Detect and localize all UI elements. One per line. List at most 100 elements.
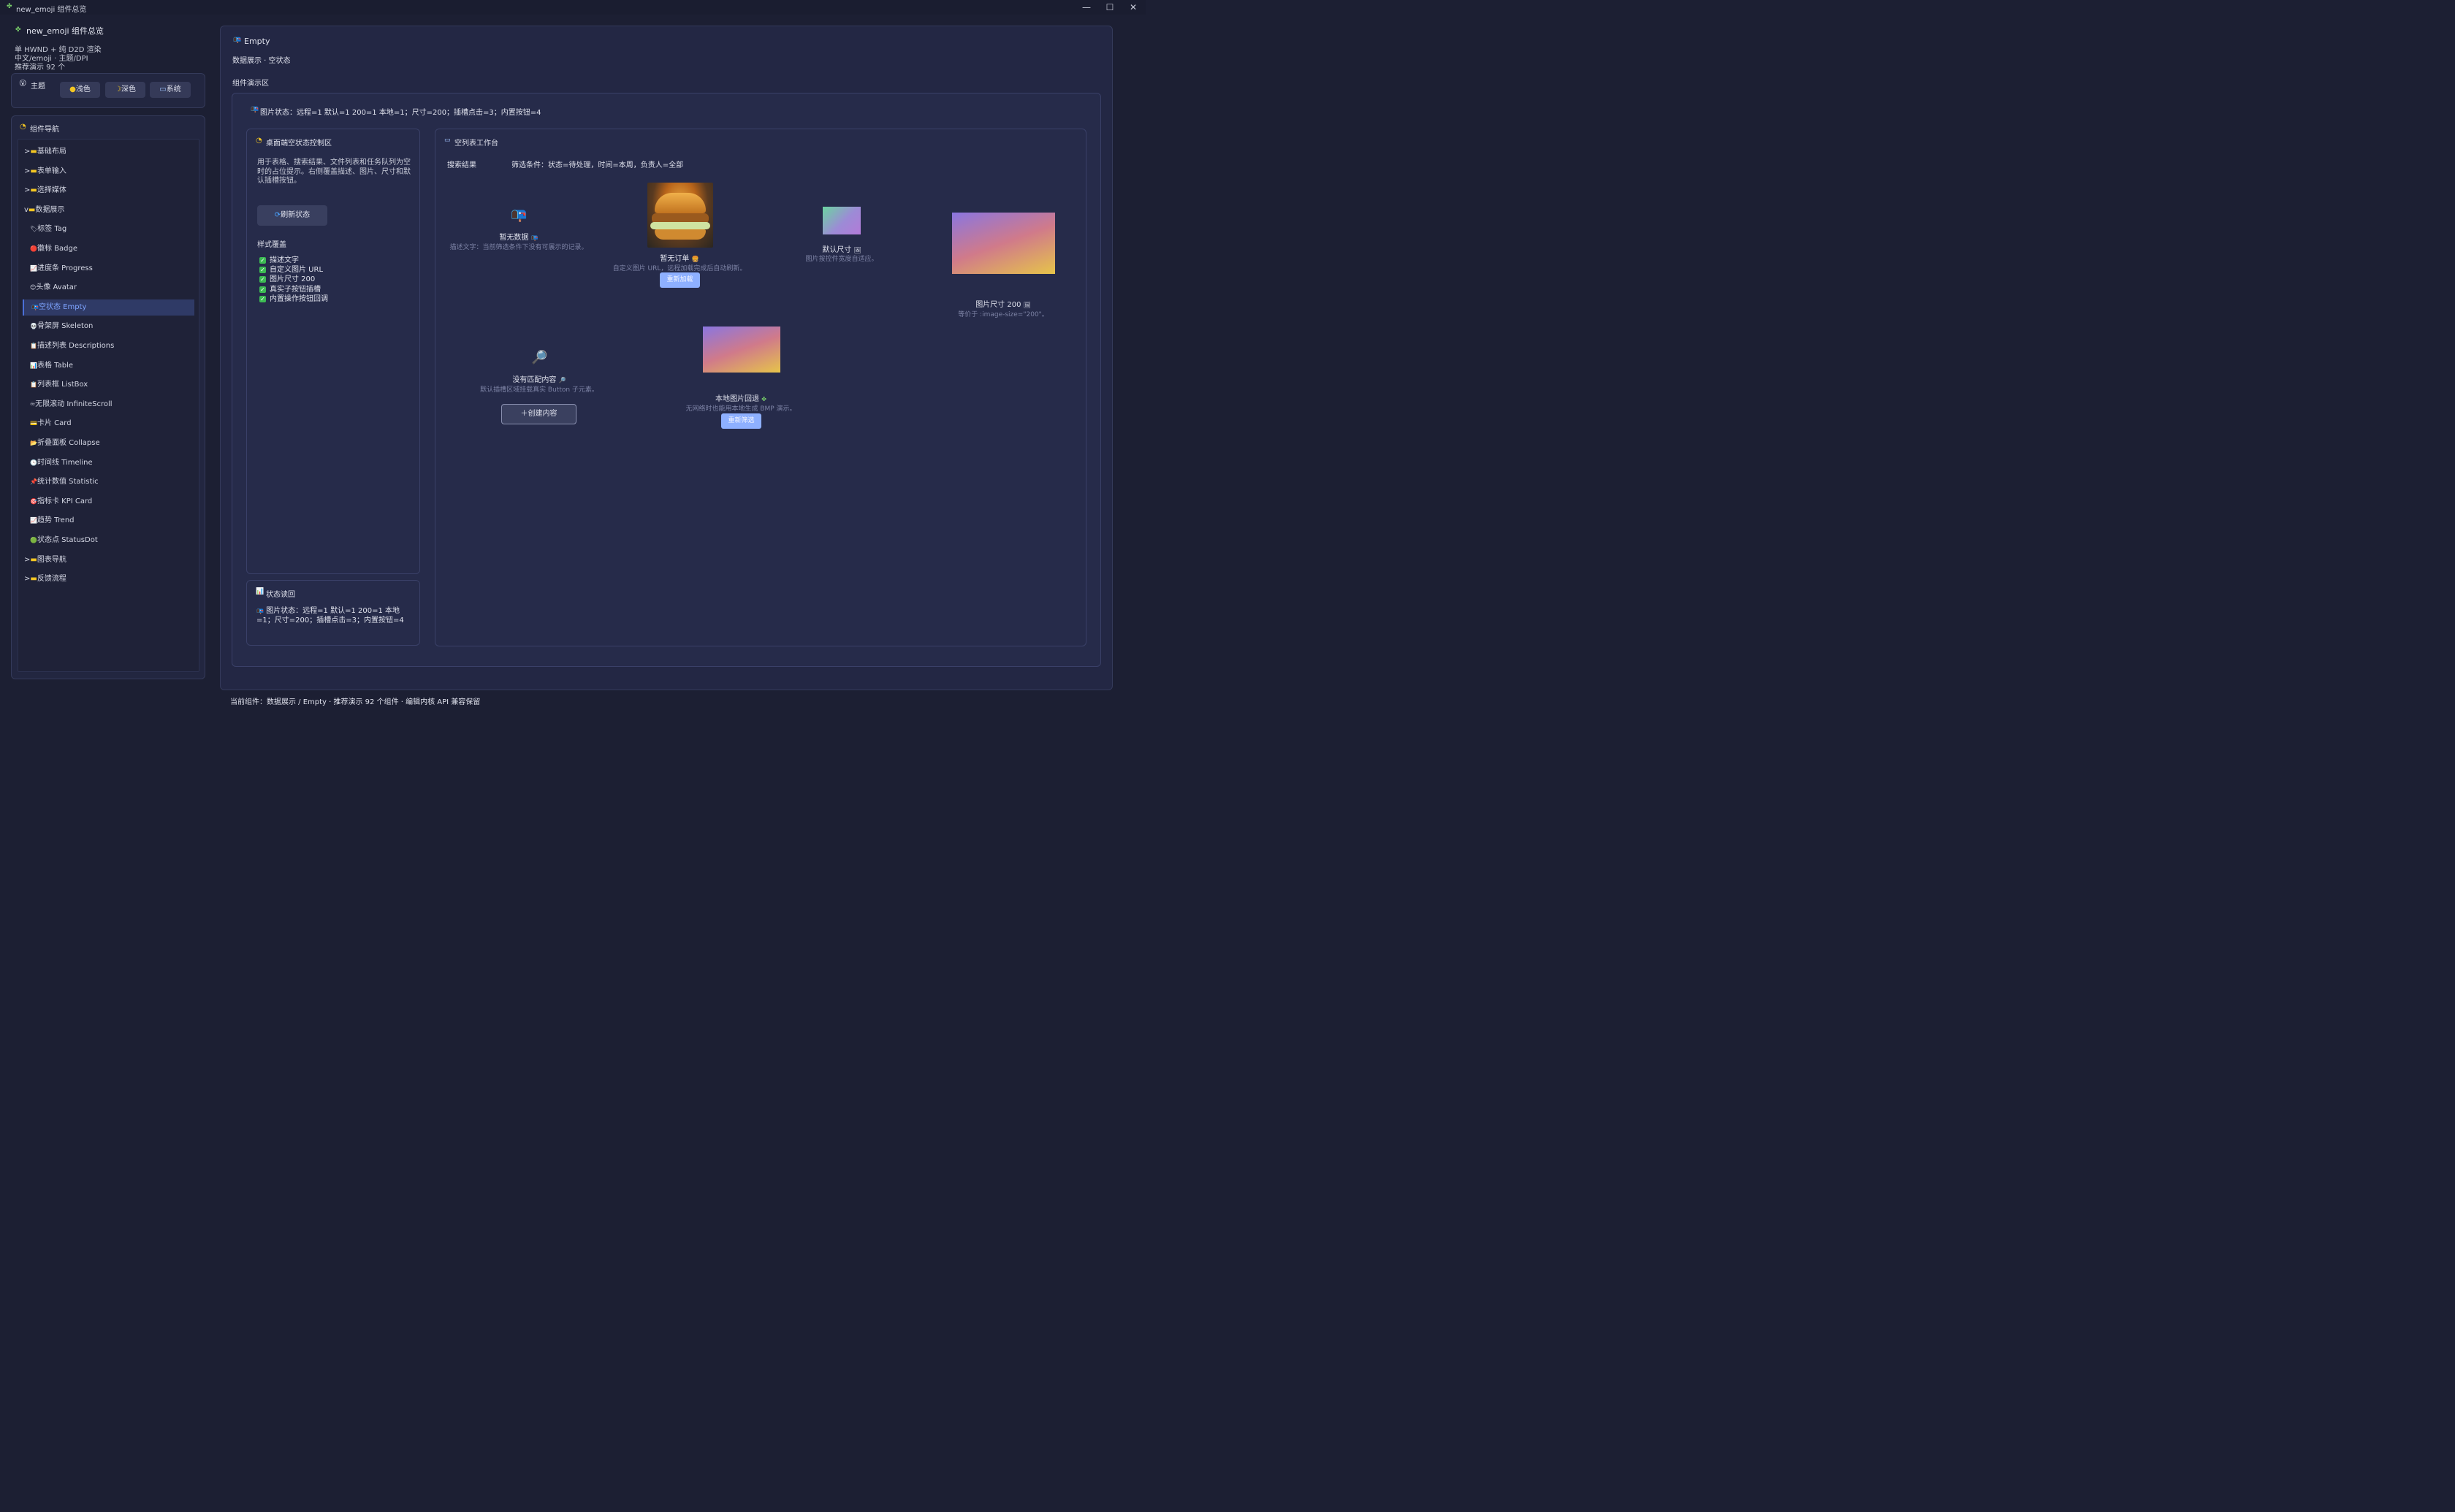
size-200-desc: 等价于 :image-size="200"。 xyxy=(958,311,1048,318)
nav-group-label: 反馈流程 xyxy=(37,575,66,584)
default-size-image xyxy=(823,207,861,234)
nav-group-label: 选择媒体 xyxy=(37,186,66,195)
picture-icon: 🖼 xyxy=(1023,302,1031,308)
app-logo-icon: ✤ xyxy=(7,3,12,10)
checkbox-label: 图片尺寸 200 xyxy=(270,275,316,284)
nav-item-8[interactable]: 📋列表框 ListBox xyxy=(23,377,194,393)
nav-item-label: 指标卡 KPI Card xyxy=(37,497,93,505)
local-fallback-image xyxy=(703,327,780,373)
nav-item-label: 空状态 Empty xyxy=(38,302,87,311)
nav-item-5[interactable]: 💀骨架屏 Skeleton xyxy=(23,318,194,335)
checkbox-description[interactable]: ✓ 描述文字 xyxy=(259,256,328,265)
check-list: ✓ 描述文字 ✓ 自定义图片 URL ✓ 图片尺寸 200 ✓ 真实子按钮插槽 ✓ 内置操… xyxy=(259,256,328,304)
checkbox-image-size[interactable]: ✓ 图片尺寸 200 xyxy=(259,275,328,284)
nav-item-15[interactable]: 📈趋势 Trend xyxy=(23,513,194,529)
close-button[interactable]: ✕ xyxy=(1125,1,1141,13)
nav-item-icon: 🕓 xyxy=(30,459,37,466)
theme-system-button[interactable]: ▭系统 xyxy=(150,82,191,98)
nav-item-9[interactable]: ♾无限滚动 InfiniteScroll xyxy=(23,397,194,413)
magnifier-icon: 🔎 xyxy=(558,377,566,383)
nav-item-label: 头像 Avatar xyxy=(36,283,77,292)
nav-item-7[interactable]: 📊表格 Table xyxy=(23,358,194,374)
check-icon: ✓ xyxy=(259,267,266,274)
refresh-button[interactable]: ⟳刷新状态 xyxy=(257,205,327,226)
nav-item-13[interactable]: 📌统计数值 Statistic xyxy=(23,474,194,490)
nav-item-2[interactable]: 📈进度条 Progress xyxy=(23,261,194,277)
nav-item-14[interactable]: 🎯指标卡 KPI Card xyxy=(23,494,194,510)
nav-group-after-0[interactable]: >▬图表导航 xyxy=(23,552,194,568)
create-content-label: 创建内容 xyxy=(528,410,557,418)
nav-group-after-1[interactable]: >▬反馈流程 xyxy=(23,571,194,587)
checkbox-slot-button[interactable]: ✓ 真实子按钮插槽 xyxy=(259,285,328,294)
workspace-title: 空列表工作台 xyxy=(454,140,498,148)
size-200-title: 图片尺寸 200 🖼 xyxy=(952,298,1054,309)
slaw xyxy=(650,222,710,229)
checkbox-builtin-callback[interactable]: ✓ 内置操作按钮回调 xyxy=(259,294,328,304)
nav-item-12[interactable]: 🕓时间线 Timeline xyxy=(23,455,194,471)
clock-icon: ◔ xyxy=(256,137,262,145)
theme-icon: 😮 xyxy=(19,80,27,88)
nav-item-label: 描述列表 Descriptions xyxy=(37,342,115,350)
mailbox-icon: 📭 xyxy=(511,207,528,223)
no-order-title-text: 暂无订单 xyxy=(660,255,690,263)
sidebar-title: new_emoji 组件总览 xyxy=(26,26,104,36)
nav-group-3[interactable]: v▬数据展示 xyxy=(23,202,194,218)
no-match-desc: 默认插槽区域挂载真实 Button 子元素。 xyxy=(480,386,598,394)
local-fallback-title-text: 本地图片回退 xyxy=(715,395,760,403)
plus-icon: ＋ xyxy=(520,410,528,418)
picture-icon: 🖼 xyxy=(853,247,861,253)
window-title: new_emoji 组件总览 xyxy=(16,6,87,14)
nav-item-label: 统计数值 Statistic xyxy=(37,478,99,486)
folder-icon: ▬ xyxy=(30,148,37,156)
nav-item-icon: 💳 xyxy=(30,420,37,427)
default-size-desc: 图片按控件宽度自适应。 xyxy=(805,256,878,263)
no-order-desc: 自定义图片 URL，远程加载完成后自动刷新。 xyxy=(612,265,747,272)
nav-item-icon: 💀 xyxy=(30,323,37,330)
default-size-title: 默认尺寸 🖼 xyxy=(791,243,893,254)
create-content-button[interactable]: ＋创建内容 xyxy=(501,404,576,424)
check-icon: ✓ xyxy=(259,286,266,293)
checkbox-label: 内置操作按钮回调 xyxy=(270,294,328,303)
no-data-desc: 描述文字：当前筛选条件下没有可展示的记录。 xyxy=(449,244,588,251)
theme-label: 主题 xyxy=(31,83,45,91)
folder-icon: ▬ xyxy=(30,186,37,195)
readback-value: 图片状态：远程=1 默认=1 200=1 本地=1；尺寸=200；插槽点击=3；… xyxy=(256,607,404,625)
nav-item-0[interactable]: 🏷标签 Tag xyxy=(23,221,194,237)
refilter-button[interactable]: 重新筛选 xyxy=(721,413,761,429)
checkbox-image-url[interactable]: ✓ 自定义图片 URL xyxy=(259,265,328,275)
nav-group-2[interactable]: >▬选择媒体 xyxy=(23,183,194,199)
computer-icon: ▭ xyxy=(159,85,167,93)
nav-item-16[interactable]: 🟢状态点 StatusDot xyxy=(23,532,194,549)
nav-item-1[interactable]: 🔴徽标 Badge xyxy=(23,241,194,257)
mailbox-icon: 📭 xyxy=(251,106,259,113)
reload-button[interactable]: 重新加载 xyxy=(660,272,700,288)
theme-dark-button[interactable]: ☽深色 xyxy=(105,82,145,98)
nav-group-label: 图表导航 xyxy=(37,555,66,564)
maximize-button[interactable]: ☐ xyxy=(1102,1,1118,13)
no-data-title-text: 暂无数据 xyxy=(499,234,529,242)
bun-top xyxy=(655,193,706,213)
folder-icon: ▬ xyxy=(30,167,37,175)
nav-item-10[interactable]: 💳卡片 Card xyxy=(23,416,194,432)
monitor-icon: ▭ xyxy=(444,137,451,144)
nav-item-icon: 📋 xyxy=(30,343,37,349)
nav-item-11[interactable]: 📂折叠面板 Collapse xyxy=(23,435,194,451)
page-title: Empty xyxy=(244,37,270,46)
bun-bottom xyxy=(655,229,706,240)
check-icon: ✓ xyxy=(259,257,266,264)
clock-icon: ◔ xyxy=(20,123,26,131)
nav-group-label: 基础布局 xyxy=(37,148,66,156)
nav-group-0[interactable]: >▬基础布局 xyxy=(23,144,194,160)
nav-group-1[interactable]: >▬表单输入 xyxy=(23,164,194,180)
theme-light-button[interactable]: ●浅色 xyxy=(60,82,100,98)
nav-item-4[interactable]: 📭空状态 Empty xyxy=(23,299,194,316)
style-label: 样式覆盖 xyxy=(257,241,286,249)
nav-item-6[interactable]: 📋描述列表 Descriptions xyxy=(23,338,194,354)
mailbox-icon: 📭 xyxy=(256,608,264,614)
nav-item-3[interactable]: 😊头像 Avatar xyxy=(23,280,194,296)
nav-group-label: 表单输入 xyxy=(37,167,66,175)
minimize-button[interactable]: — xyxy=(1078,1,1095,13)
control-description: 用于表格、搜索结果、文件列表和任务队列为空时的占位提示。右侧覆盖描述、图片、尺寸… xyxy=(257,159,411,185)
theme-system-label: 系统 xyxy=(166,85,181,93)
magnifier-icon: 🔎 xyxy=(531,350,548,365)
